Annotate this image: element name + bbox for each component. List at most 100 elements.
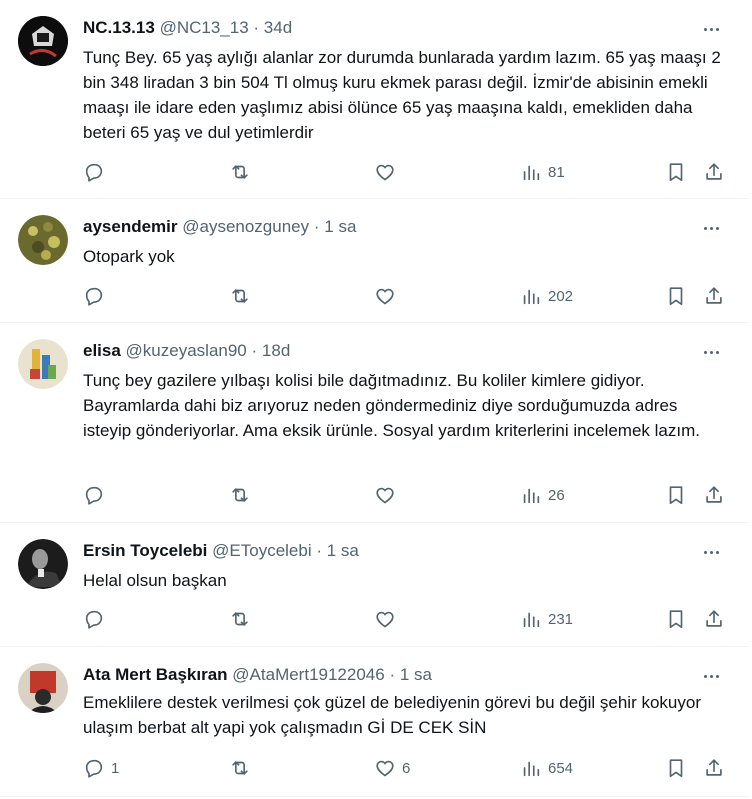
author-name[interactable]: elisa (83, 341, 121, 360)
more-icon[interactable] (700, 341, 722, 363)
share-button[interactable] (703, 160, 725, 184)
separator-dot: · (253, 18, 260, 37)
share-icon (703, 608, 725, 630)
more-icon[interactable] (700, 665, 722, 687)
tweet-text: Tunç bey gazilere yılbaşı kolisi bile da… (83, 371, 700, 440)
reply-button[interactable] (83, 284, 111, 308)
like-icon (374, 161, 396, 183)
retweet-icon (229, 161, 251, 183)
author-name[interactable]: Ata Mert Başkıran (83, 665, 228, 684)
tweet-card[interactable]: Ata Mert Başkıran @AtaMert19122046 · 1 s… (0, 647, 748, 797)
share-button[interactable] (703, 483, 725, 507)
like-button[interactable] (374, 284, 402, 308)
views-icon (520, 757, 542, 779)
separator-dot: · (313, 217, 320, 236)
like-button[interactable]: 6 (374, 756, 410, 780)
share-icon (703, 484, 725, 506)
views-button[interactable]: 654 (520, 756, 573, 780)
views-icon (520, 484, 542, 506)
reply-icon (83, 757, 105, 779)
like-count: 6 (402, 759, 411, 777)
tweet-card[interactable]: Ersin Toycelebi @EToycelebi · 1 sa Helal… (0, 523, 748, 647)
more-icon[interactable] (700, 217, 722, 239)
bookmark-icon (665, 285, 687, 307)
reply-icon (83, 484, 105, 506)
reply-button[interactable]: 1 (83, 756, 119, 780)
share-button[interactable] (703, 756, 725, 780)
author-handle[interactable]: @kuzeyaslan90 (126, 341, 247, 360)
bookmark-button[interactable] (665, 483, 687, 507)
like-button[interactable] (374, 483, 402, 507)
views-button[interactable]: 202 (520, 284, 573, 308)
share-icon (703, 285, 725, 307)
more-icon[interactable] (700, 541, 722, 563)
retweet-button[interactable] (229, 756, 257, 780)
tweet-text: Otopark yok (83, 247, 175, 266)
reply-icon (83, 161, 105, 183)
author-name[interactable]: aysendemir (83, 217, 178, 236)
avatar[interactable] (18, 16, 68, 66)
reply-button[interactable] (83, 607, 111, 631)
retweet-icon (229, 484, 251, 506)
views-button[interactable]: 231 (520, 607, 573, 631)
like-icon (374, 608, 396, 630)
reply-icon (83, 285, 105, 307)
retweet-button[interactable] (229, 160, 257, 184)
like-button[interactable] (374, 607, 402, 631)
like-button[interactable] (374, 160, 402, 184)
bookmark-icon (665, 161, 687, 183)
tweet-card[interactable]: aysendemir @aysenozguney · 1 sa Otopark … (0, 199, 748, 323)
author-name[interactable]: NC.13.13 (83, 18, 155, 37)
tweet-text: Emeklilere destek verilmesi çok güzel de… (83, 693, 701, 737)
more-icon[interactable] (700, 18, 722, 40)
views-count: 26 (548, 486, 565, 504)
views-count: 654 (548, 759, 574, 777)
bookmark-button[interactable] (665, 160, 687, 184)
timestamp[interactable]: 1 sa (324, 217, 356, 236)
author-handle[interactable]: @EToycelebi (212, 541, 311, 560)
timestamp[interactable]: 18d (262, 341, 290, 360)
timestamp[interactable]: 1 sa (327, 541, 359, 560)
avatar[interactable] (18, 215, 68, 265)
bookmark-button[interactable] (665, 607, 687, 631)
retweet-button[interactable] (229, 284, 257, 308)
separator-dot: · (251, 341, 258, 360)
views-button[interactable]: 81 (520, 160, 565, 184)
views-icon (520, 285, 542, 307)
like-icon (374, 757, 396, 779)
separator-dot: · (389, 665, 396, 684)
retweet-button[interactable] (229, 483, 257, 507)
views-count: 202 (548, 287, 574, 305)
timestamp[interactable]: 1 sa (400, 665, 432, 684)
views-count: 81 (548, 163, 565, 181)
retweet-icon (229, 757, 251, 779)
like-icon (374, 285, 396, 307)
author-handle[interactable]: @aysenozguney (182, 217, 309, 236)
separator-dot: · (316, 541, 323, 560)
author-name[interactable]: Ersin Toycelebi (83, 541, 207, 560)
share-icon (703, 161, 725, 183)
action-bar: 231 (0, 607, 748, 631)
action-bar: 81 (0, 160, 748, 184)
avatar[interactable] (18, 539, 68, 589)
tweet-card[interactable]: elisa @kuzeyaslan90 · 18d Tunç bey gazil… (0, 323, 748, 523)
bookmark-icon (665, 484, 687, 506)
share-icon (703, 757, 725, 779)
reply-button[interactable] (83, 160, 111, 184)
author-handle[interactable]: @NC13_13 (160, 18, 249, 37)
avatar[interactable] (18, 663, 68, 713)
views-button[interactable]: 26 (520, 483, 565, 507)
bookmark-button[interactable] (665, 284, 687, 308)
reply-count: 1 (111, 759, 120, 777)
share-button[interactable] (703, 607, 725, 631)
action-bar: 202 (0, 284, 748, 308)
avatar[interactable] (18, 339, 68, 389)
author-handle[interactable]: @AtaMert19122046 (232, 665, 384, 684)
share-button[interactable] (703, 284, 725, 308)
retweet-button[interactable] (229, 607, 257, 631)
reply-button[interactable] (83, 483, 111, 507)
timestamp[interactable]: 34d (264, 18, 292, 37)
tweet-card[interactable]: NC.13.13 @NC13_13 · 34d Tunç Bey. 65 yaş… (0, 0, 748, 199)
bookmark-button[interactable] (665, 756, 687, 780)
tweet-text: Tunç Bey. 65 yaş aylığı alanlar zor duru… (83, 48, 721, 142)
